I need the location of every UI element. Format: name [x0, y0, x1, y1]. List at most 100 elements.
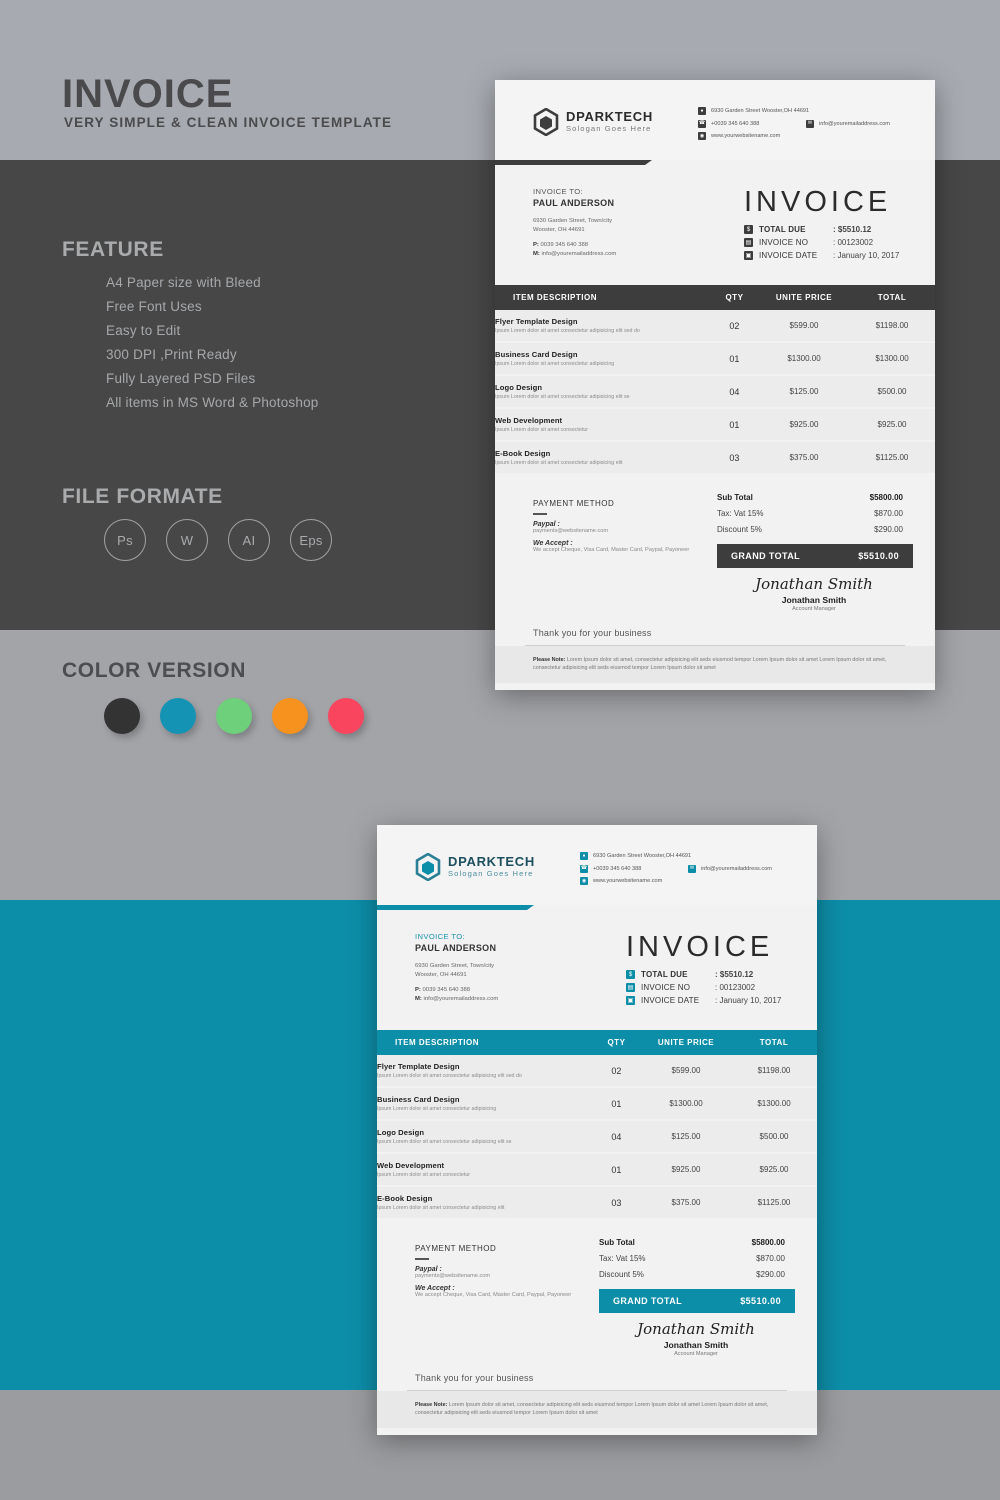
- color-swatch-list: [104, 698, 364, 734]
- footer-note: Please Note: Lorem Ipsum dolor sit amet,…: [415, 1402, 769, 1417]
- divider: [407, 1390, 787, 1391]
- line-items-table: ITEM DESCRIPTION QTY UNITE PRICE TOTAL F…: [377, 1030, 817, 1220]
- format-badge-illustrator: AI: [228, 519, 270, 561]
- format-badge-eps: Eps: [290, 519, 332, 561]
- contact-website: ◉ www.yourwebsitename.com: [698, 132, 781, 140]
- col-item-description: ITEM DESCRIPTION: [513, 293, 598, 302]
- divider: [525, 645, 905, 646]
- table-row: Logo Design Ipsum Lorem dolor sit amet co…: [495, 375, 935, 409]
- contact-phone: ☎ +0039 345 640 388: [698, 119, 760, 128]
- signature-section: Jonathan Smith Jonathan Smith Account Ma…: [377, 1313, 817, 1391]
- file-format-heading: FILE FORMATE: [62, 485, 223, 508]
- meta-row-total-due: $ TOTAL DUE : $5510.12: [626, 970, 791, 979]
- accept-label: We Accept :: [533, 540, 573, 547]
- signature-script: Jonathan Smith: [755, 575, 873, 593]
- col-total: TOTAL: [877, 293, 907, 302]
- header-contact-block: ● 6930 Garden Street Wooster,OH 44691 ☎ …: [580, 852, 795, 890]
- phone-icon: ☎: [580, 864, 588, 873]
- invoice-preview-teal: DPARKTECH Sologan Goes Here ● 6930 Garde…: [377, 825, 817, 1435]
- signature-block: Jonathan Smith Jonathan Smith Account Ma…: [739, 575, 889, 613]
- table-row: Flyer Template Design Ipsum Lorem dolor s…: [377, 1055, 817, 1088]
- divider: [533, 513, 547, 515]
- brand-logo: DPARKTECH Sologan Goes Here: [533, 108, 653, 136]
- contact-email: ✉ info@youremailaddress.com: [688, 864, 772, 873]
- list-item: Easy to Edit: [106, 323, 181, 338]
- calendar-icon: ▣: [626, 996, 635, 1005]
- table-row: Flyer Template Design Ipsum Lorem dolor s…: [495, 310, 935, 343]
- table-row: Logo Design Ipsum Lorem dolor sit amet co…: [377, 1120, 817, 1154]
- list-icon: ▤: [744, 238, 753, 247]
- list-item: All items in MS Word & Photoshop: [106, 395, 319, 410]
- signature-block: Jonathan Smith Jonathan Smith Account Ma…: [621, 1320, 771, 1358]
- contact-address: ● 6930 Garden Street Wooster,OH 44691: [580, 852, 795, 860]
- invoice-meta-section: INVOICE TO: PAUL ANDERSON 6930 Garden St…: [495, 165, 935, 285]
- page-subtitle: VERY SIMPLE & CLEAN INVOICE TEMPLATE: [64, 115, 393, 130]
- contact-email: ✉ info@youremailaddress.com: [806, 119, 890, 128]
- payment-method-heading: PAYMENT METHOD: [415, 1244, 497, 1253]
- invoice-heading: INVOICE: [626, 931, 774, 963]
- bill-to-block: INVOICE TO: PAUL ANDERSON 6930 Garden St…: [415, 932, 620, 1030]
- feature-heading: FEATURE: [62, 238, 164, 261]
- footer-note: Please Note: Lorem Ipsum dolor sit amet,…: [533, 657, 887, 672]
- contact-website: ◉ www.yourwebsitename.com: [580, 877, 663, 885]
- meta-row-invoice-no: ▤ INVOICE NO : 00123002: [744, 238, 874, 247]
- phone-icon: ☎: [698, 119, 706, 128]
- header-contact-block: ● 6930 Garden Street Wooster,OH 44691 ☎ …: [698, 107, 913, 145]
- signature-name: Jonathan Smith: [663, 1340, 729, 1350]
- thank-you-text: Thank you for your business: [533, 628, 652, 638]
- invoice-header: DPARKTECH Sologan Goes Here ● 6930 Garde…: [495, 80, 935, 160]
- invoice-heading: INVOICE: [744, 186, 892, 218]
- bill-to-name: PAUL ANDERSON: [533, 198, 615, 208]
- paypal-label: Paypal :: [415, 1266, 442, 1273]
- col-qty: QTY: [607, 1038, 626, 1047]
- accept-value: We accept Cheque, Visa Card, Master Card…: [415, 1292, 572, 1298]
- contact-address: ● 6930 Garden Street Wooster,OH 44691: [698, 107, 913, 115]
- color-version-heading: COLOR VERSION: [62, 659, 246, 682]
- footer-note-section: Please Note: Lorem Ipsum dolor sit amet,…: [495, 646, 935, 683]
- brand-slogan: Sologan Goes Here: [448, 868, 534, 878]
- bill-to-address: 6930 Garden Street, Town/city Wooster, O…: [415, 963, 495, 978]
- format-badge-word: W: [166, 519, 208, 561]
- hexagon-logo-icon: [533, 108, 559, 136]
- paypal-value: payments@websitename.com: [415, 1273, 491, 1279]
- list-item: Free Font Uses: [106, 299, 202, 314]
- table-header-row: ITEM DESCRIPTION QTY UNITE PRICE TOTAL: [377, 1030, 817, 1055]
- page-title: INVOICE: [62, 72, 234, 116]
- color-swatch-green[interactable]: [216, 698, 252, 734]
- line-items-table: ITEM DESCRIPTION QTY UNITE PRICE TOTAL F…: [495, 285, 935, 475]
- signature-name: Jonathan Smith: [781, 595, 847, 605]
- table-header-row: ITEM DESCRIPTION QTY UNITE PRICE TOTAL: [495, 285, 935, 310]
- table-row: E-Book Design Ipsum Lorem dolor sit amet …: [377, 1186, 817, 1220]
- bill-to-address: 6930 Garden Street, Town/city Wooster, O…: [533, 218, 613, 233]
- col-qty: QTY: [725, 293, 744, 302]
- color-swatch-pink[interactable]: [328, 698, 364, 734]
- bill-to-label: INVOICE TO:: [415, 932, 466, 941]
- table-row: Web Development Ipsum Lorem dolor sit ame…: [377, 1153, 817, 1187]
- list-item: A4 Paper size with Bleed: [106, 275, 261, 290]
- signature-role: Account Manager: [674, 1351, 718, 1357]
- color-swatch-dark[interactable]: [104, 698, 140, 734]
- accept-label: We Accept :: [415, 1285, 455, 1292]
- brand-slogan: Sologan Goes Here: [566, 123, 652, 133]
- payment-method-block: PAYMENT METHOD Paypal : payments@website…: [533, 499, 748, 559]
- signature-script: Jonathan Smith: [637, 1320, 755, 1338]
- globe-icon: ◉: [580, 877, 588, 885]
- brand-name: DPARKTECH: [566, 108, 653, 124]
- envelope-icon: ✉: [688, 864, 696, 873]
- paypal-value: payments@websitename.com: [533, 528, 609, 534]
- bill-to-block: INVOICE TO: PAUL ANDERSON 6930 Garden St…: [533, 187, 738, 285]
- table-body: Flyer Template Design Ipsum Lorem dolor s…: [377, 1055, 817, 1220]
- table-row: Business Card Design Ipsum Lorem dolor si…: [377, 1087, 817, 1121]
- color-swatch-orange[interactable]: [272, 698, 308, 734]
- invoice-meta-section: INVOICE TO: PAUL ANDERSON 6930 Garden St…: [377, 910, 817, 1030]
- list-icon: ▤: [626, 983, 635, 992]
- format-badge-photoshop: Ps: [104, 519, 146, 561]
- table-row: Web Development Ipsum Lorem dolor sit ame…: [495, 408, 935, 442]
- color-swatch-teal[interactable]: [160, 698, 196, 734]
- dollar-icon: $: [744, 225, 753, 234]
- meta-row-invoice-no: ▤ INVOICE NO : 00123002: [626, 983, 756, 992]
- bill-to-contact: P: 0039 345 640 388 M: info@youremailadd…: [415, 987, 499, 1002]
- brand-logo: DPARKTECH Sologan Goes Here: [415, 853, 535, 881]
- thank-you-text: Thank you for your business: [415, 1373, 534, 1383]
- location-pin-icon: ●: [580, 852, 588, 860]
